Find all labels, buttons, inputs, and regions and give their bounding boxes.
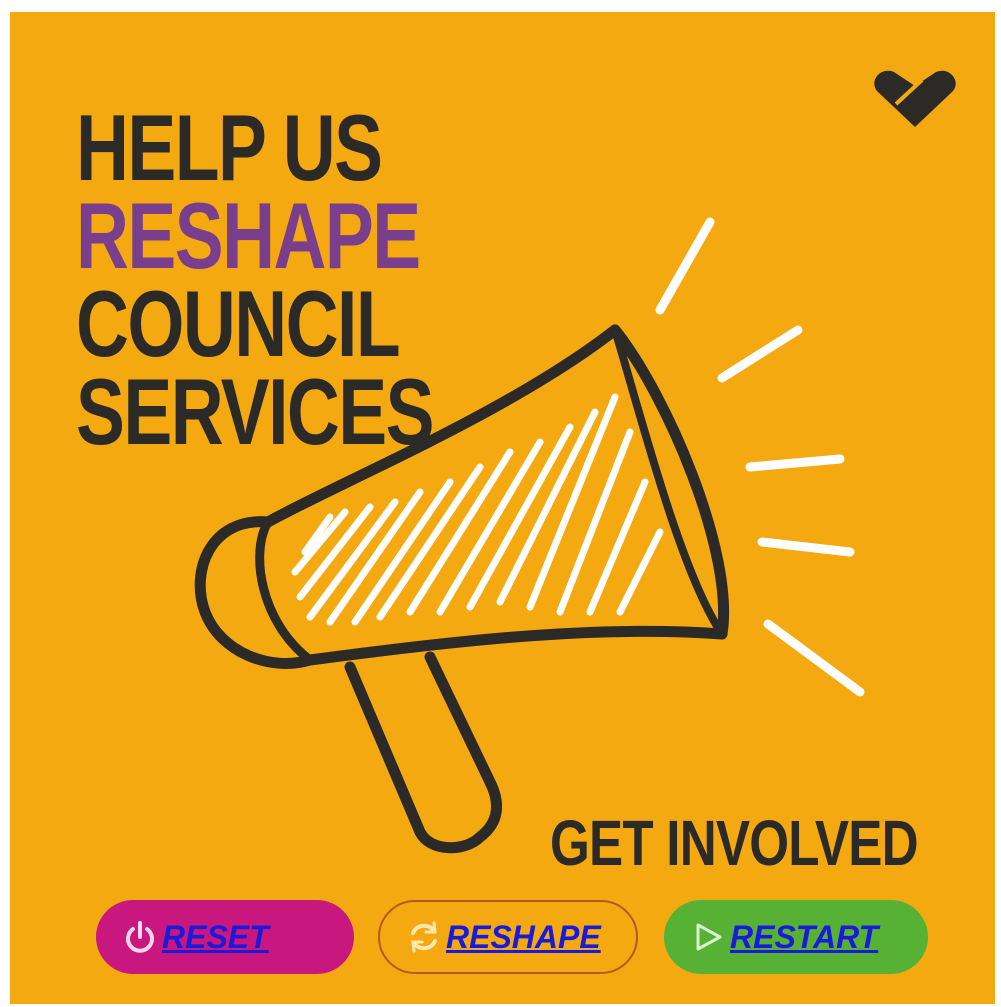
reset-label[interactable]: RESET	[162, 919, 269, 956]
play-icon	[696, 923, 722, 951]
power-icon	[126, 921, 154, 953]
headline-line-3: COUNCIL	[76, 271, 401, 376]
heart-logo-icon	[874, 70, 956, 127]
headline: HELP US RESHAPE COUNCIL SERVICES	[76, 95, 435, 464]
reshape-label[interactable]: RESHAPE	[446, 919, 601, 956]
restart-label[interactable]: RESTART	[730, 919, 878, 956]
reshape-button[interactable]: RESHAPE	[378, 900, 638, 974]
headline-line-2: RESHAPE	[76, 183, 421, 288]
reset-button[interactable]: RESET	[96, 900, 354, 974]
headline-line-4: SERVICES	[76, 359, 435, 464]
poster: HELP US RESHAPE COUNCIL SERVICES GET INV…	[10, 12, 995, 1004]
refresh-icon	[411, 921, 437, 953]
get-involved-text: GET INVOLVED	[550, 807, 919, 879]
headline-line-1: HELP US	[76, 95, 383, 200]
restart-button[interactable]: RESTART	[664, 900, 928, 974]
